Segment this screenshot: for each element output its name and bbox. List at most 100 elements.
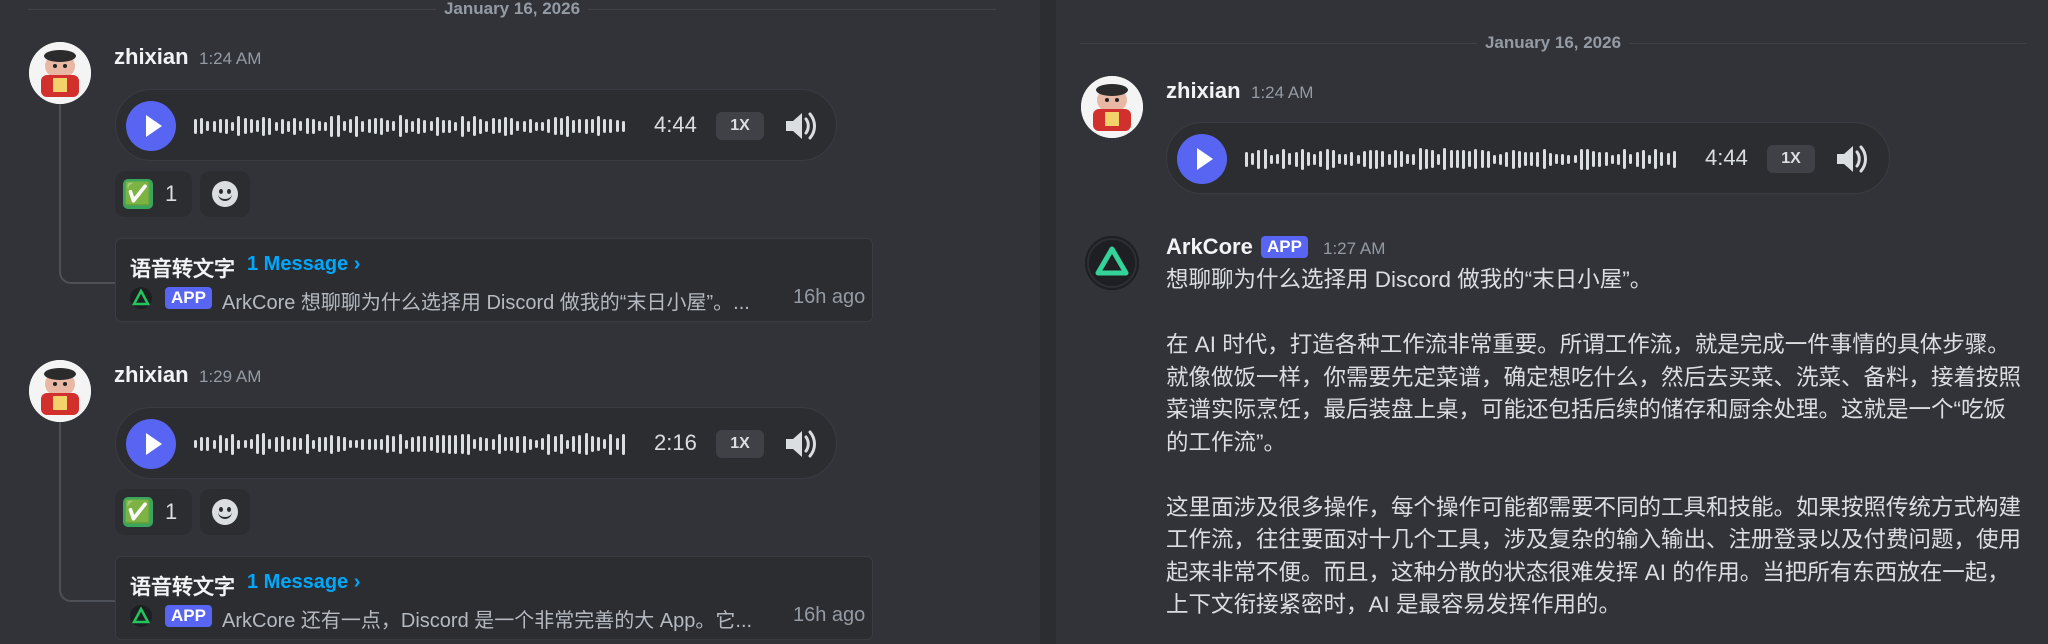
waveform-bar [342, 121, 346, 131]
waveform-bar [256, 434, 259, 454]
waveform-bar [262, 433, 266, 455]
waveform-bar [547, 119, 551, 133]
playback-speed-button[interactable]: 1X [716, 430, 764, 458]
voice-message-player: 4:44 1X [1166, 122, 1890, 194]
waveform-bar [423, 119, 427, 133]
waveform-bar [547, 433, 551, 455]
arkcore-avatar[interactable] [1085, 236, 1139, 290]
waveform-bar [373, 118, 377, 134]
waveform-bar [367, 119, 371, 133]
play-icon[interactable] [126, 419, 176, 469]
reaction-check[interactable]: ✅ 1 [115, 489, 192, 535]
username[interactable]: zhixian [114, 44, 189, 70]
waveform-bar [1598, 151, 1602, 167]
playback-speed-button[interactable]: 1X [716, 112, 764, 140]
waveform-bar [1393, 150, 1397, 168]
waveform-bar [1325, 148, 1329, 170]
app-badge: APP [165, 605, 212, 627]
waveform-bar [442, 119, 445, 133]
playback-speed-button[interactable]: 1X [1767, 145, 1815, 173]
timestamp: 1:29 AM [199, 367, 262, 386]
waveform-bar [1561, 153, 1565, 165]
waveform-bar [566, 115, 569, 137]
waveform-bar [1623, 149, 1627, 169]
volume-icon[interactable] [782, 108, 818, 144]
waveform-bar [1331, 150, 1335, 168]
waveform-bar [578, 434, 582, 454]
waveform-bar [417, 436, 421, 452]
timestamp: 1:27 AM [1323, 239, 1386, 258]
volume-icon[interactable] [782, 426, 818, 462]
message-paragraph: 在 AI 时代，打造各种工作流非常重要。所谓工作流，就是完成一件事情的具体步骤。… [1166, 332, 2022, 455]
avatar[interactable] [1081, 76, 1143, 138]
waveform-bar [1641, 149, 1645, 169]
waveform-bar [1313, 153, 1317, 165]
username[interactable]: zhixian [114, 362, 189, 388]
volume-icon[interactable] [1833, 141, 1869, 177]
avatar[interactable] [29, 42, 91, 104]
waveform-bar [218, 119, 222, 133]
message-paragraph: 想聊聊为什么选择用 Discord 做我的“末日小屋”。 [1166, 267, 1653, 292]
waveform-bar [466, 120, 470, 132]
play-icon[interactable] [126, 101, 176, 151]
waveform-bar [342, 437, 346, 451]
waveform-bar [603, 119, 607, 133]
waveform-bar [311, 118, 315, 134]
thread-time-ago: 16h ago [793, 604, 866, 626]
waveform-bar [448, 119, 452, 133]
username[interactable]: ArkCore [1166, 234, 1253, 260]
waveform-bar [504, 437, 507, 451]
thread-message-count-link[interactable]: 1 Message › [247, 571, 360, 594]
waveform-bar [299, 438, 303, 450]
waveform-bar [1592, 151, 1596, 167]
waveform-bar [609, 119, 613, 133]
timestamp: 1:24 AM [1251, 83, 1314, 102]
waveform-bar [1350, 152, 1354, 166]
thread-preview[interactable]: 语音转文字 1 Message › APP ArkCore 还有一点，Disco… [115, 556, 873, 640]
waveform-bar [1555, 154, 1558, 164]
waveform-bar [398, 434, 402, 454]
thread-preview[interactable]: 语音转文字 1 Message › APP ArkCore 想聊聊为什么选择用 … [115, 238, 873, 322]
waveform-bar [1269, 154, 1273, 164]
waveform-bar [473, 439, 476, 449]
reaction-count: 1 [165, 499, 178, 524]
waveform-bar [528, 438, 532, 450]
add-reaction-icon[interactable] [200, 489, 250, 535]
avatar[interactable] [29, 360, 91, 422]
waveform-bar [1406, 154, 1410, 164]
thread-message-count-link[interactable]: 1 Message › [247, 253, 360, 276]
add-reaction-icon[interactable] [200, 171, 250, 217]
bot-message-content: 想聊聊为什么选择用 Discord 做我的“末日小屋”。 在 AI 时代，打造各… [1166, 264, 2026, 644]
waveform-bar [361, 120, 365, 132]
waveform-bar [1294, 151, 1298, 167]
waveform-bar [1362, 151, 1366, 167]
play-icon[interactable] [1177, 134, 1227, 184]
waveform-bar [404, 439, 408, 449]
waveform-bar [380, 438, 383, 450]
waveform-bar [249, 119, 253, 133]
waveform-bar [1511, 149, 1515, 169]
waveform-bar [1307, 152, 1310, 166]
waveform-bar [386, 435, 390, 453]
waveform-bar [1493, 154, 1496, 164]
waveform-bar [621, 433, 625, 455]
username[interactable]: zhixian [1166, 78, 1241, 104]
waveform-bar [497, 119, 501, 133]
waveform-bar [1648, 154, 1651, 164]
waveform-bar [268, 439, 272, 449]
voice-duration: 2:16 [654, 430, 697, 455]
reaction-check[interactable]: ✅ 1 [115, 171, 192, 217]
waveform-bar [305, 434, 309, 454]
waveform-bar [330, 115, 334, 137]
waveform-bar [1474, 149, 1478, 169]
waveform-bar [1369, 149, 1372, 169]
thread-connector [59, 104, 115, 284]
waveform-bar [206, 121, 210, 131]
waveform-bar [504, 116, 507, 136]
waveform-bar [225, 437, 228, 451]
waveform-bar [361, 438, 365, 450]
waveform-bar [1480, 150, 1484, 168]
waveform-bar [553, 117, 557, 135]
waveform-bar [423, 436, 427, 452]
waveform-bar [1530, 152, 1534, 166]
